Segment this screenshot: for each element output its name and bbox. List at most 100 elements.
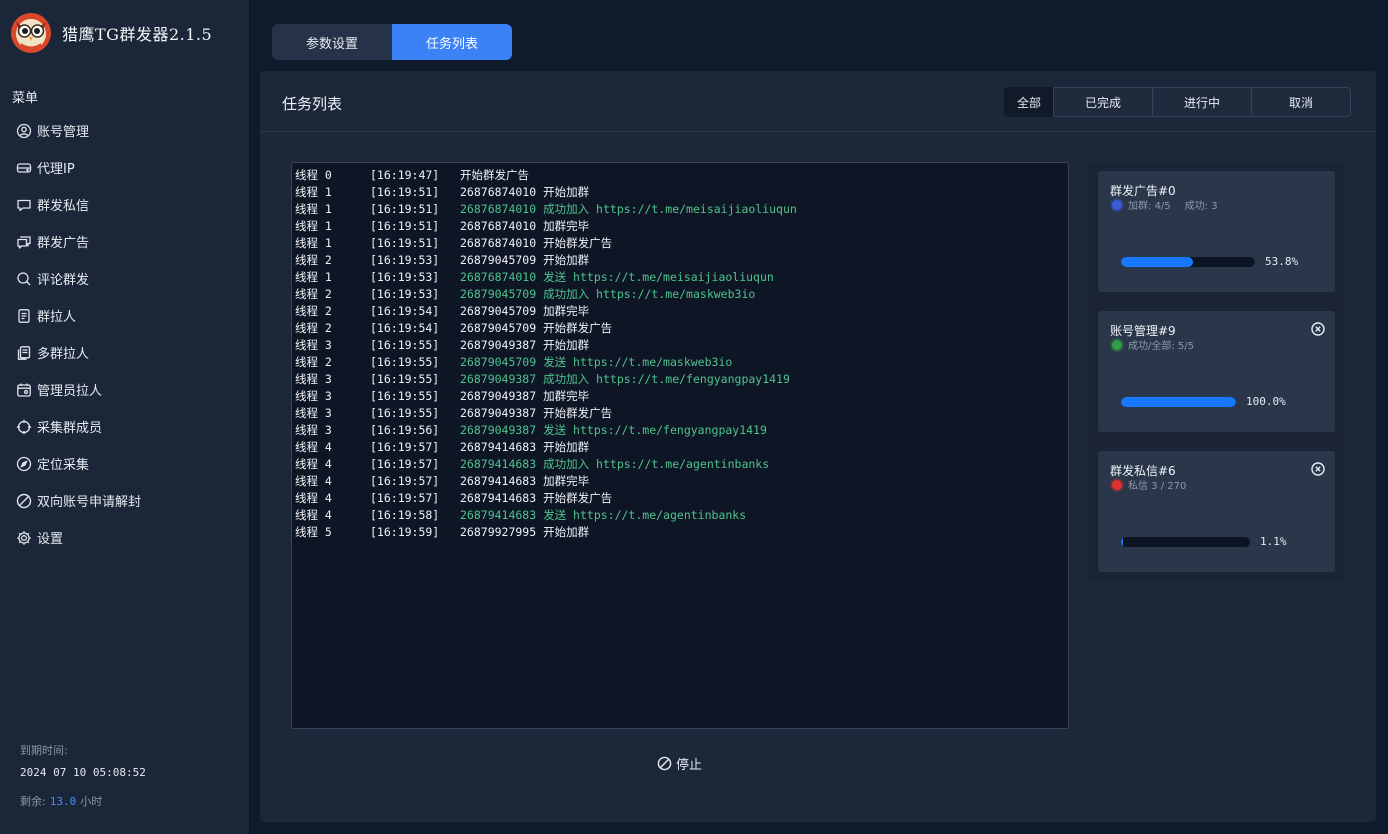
log-message: 26879049387 开始加群 [460,337,589,354]
progress-fill [1121,397,1236,407]
filter-cancelled-button[interactable]: 取消 [1251,87,1351,117]
sidebar-item-account-management[interactable]: 账号管理 [16,112,246,149]
sidebar-item-label: 采集群成员 [37,421,103,436]
log-line: 线程 2 [16:19:54] 26879045709 开始群发广告 [295,320,1065,337]
log-time: [16:19:55] [370,389,440,403]
expiry-label: 到期时间: [20,744,68,757]
log-thread: 线程 4 [295,474,332,488]
sidebar-item-label: 账号管理 [37,125,90,140]
log-action: 发送 [543,355,567,369]
sidebar-item-ad-broadcast[interactable]: 群发广告 [16,223,246,260]
log-message: 26876874010 开始加群 [460,184,589,201]
sidebar-item-label: 群拉人 [37,310,77,325]
log-account: 26879045709 [460,321,537,335]
sidebar-item-admin-invite[interactable]: 管理员拉人 [16,371,246,408]
stop-button[interactable]: 停止 [657,754,702,773]
remaining-info: 剩余: 13.0 小时 [20,793,102,809]
sidebar-item-label: 群发广告 [37,236,90,251]
log-action: 成功加入 [543,457,590,471]
close-icon[interactable] [1311,322,1325,336]
log-account: 26879414683 [460,440,537,454]
close-icon[interactable] [1311,462,1325,476]
sidebar-item-settings[interactable]: 设置 [16,519,246,556]
log-account: 26879049387 [460,406,537,420]
log-action: 发送 [543,270,567,284]
log-time: [16:19:55] [370,372,440,386]
filter-in-progress-button[interactable]: 进行中 [1152,87,1252,117]
log-account: 26876874010 [460,185,537,199]
log-url: https://t.me/maskweb3io [596,287,756,301]
log-action: 成功加入 [543,372,590,386]
chat-bubbles-icon [17,235,31,249]
gear-icon [17,530,31,545]
log-action: 开始群发广告 [460,168,529,182]
sidebar-item-multi-group-invite[interactable]: 多群拉人 [16,334,246,371]
log-time: [16:19:53] [370,270,440,284]
sidebar-item-label: 群发私信 [37,199,90,214]
log-message: 26879049387 发送 https://t.me/fengyangpay1… [460,422,767,439]
log-line: 线程 4 [16:19:57] 26879414683 开始群发广告 [295,490,1065,507]
task-log[interactable]: 线程 0 [16:19:47] 开始群发广告 线程 1 [16:19:51] 268768… [291,162,1069,729]
log-thread: 线程 1 [295,219,332,233]
status-dot [1112,339,1122,350]
log-account: 26879049387 [460,372,537,386]
user-circle-icon [16,123,32,138]
sidebar-item-comment-broadcast[interactable]: 评论群发 [16,260,246,297]
sidebar-item-collect-members[interactable]: 采集群成员 [16,408,246,445]
panel-header: 任务列表 全部 已完成 进行中 取消 [260,71,1376,132]
log-account: 26879927995 [460,525,537,539]
log-action: 加群完毕 [543,304,590,318]
log-action: 开始加群 [543,440,590,454]
log-message: 开始群发广告 [460,167,529,184]
log-action: 开始群发广告 [543,321,613,335]
log-line: 线程 1 [16:19:51] 26876874010 成功加入 https://t… [295,201,1065,218]
log-message: 26879927995 开始加群 [460,524,589,541]
tab-task-list[interactable]: 任务列表 [392,24,512,60]
progress-fill [1121,257,1194,267]
sidebar-item-location-collect[interactable]: 定位采集 [16,445,246,482]
log-thread: 线程 3 [295,406,332,420]
sidebar-item-private-message[interactable]: 群发私信 [16,186,246,223]
log-thread: 线程 3 [295,423,332,437]
sidebar-item-group-invite[interactable]: 群拉人 [16,297,246,334]
log-action: 开始加群 [543,253,590,267]
progress-fill [1121,537,1123,547]
log-time: [16:19:59] [370,525,440,539]
filter-all-button[interactable]: 全部 [1004,87,1054,117]
log-url: https://t.me/fengyangpay1419 [573,423,767,437]
tab-parameter-settings[interactable]: 参数设置 [272,24,392,60]
filter-completed-button[interactable]: 已完成 [1053,87,1153,117]
sidebar-item-label: 代理IP [37,162,75,177]
log-message: 26876874010 发送 https://t.me/meisaijiaoli… [460,269,774,286]
server-icon [16,162,32,173]
log-line: 线程 2 [16:19:55] 26879045709 发送 https://t.m… [295,354,1065,371]
log-message: 26876874010 加群完毕 [460,218,589,235]
compass-icon [16,456,32,471]
log-url: https://t.me/maskweb3io [573,355,733,369]
log-action: 成功加入 [543,202,590,216]
sidebar-item-label: 双向账号申请解封 [37,495,142,510]
log-line: 线程 3 [16:19:55] 26879049387 成功加入 https://t… [295,371,1065,388]
stop-label: 停止 [676,758,703,773]
log-line: 线程 2 [16:19:53] 26879045709 开始加群 [295,252,1065,269]
status-dot [1112,199,1122,210]
log-line: 线程 2 [16:19:53] 26879045709 成功加入 https://t… [295,286,1065,303]
log-time: [16:19:47] [370,168,440,182]
panel-title: 任务列表 [282,95,343,113]
log-line: 线程 3 [16:19:55] 26879049387 开始加群 [295,337,1065,354]
log-account: 26876874010 [460,219,537,233]
log-line: 线程 0 [16:19:47] 开始群发广告 [295,167,1065,184]
log-line: 线程 3 [16:19:55] 26879049387 加群完毕 [295,388,1065,405]
sidebar-item-account-unban[interactable]: 双向账号申请解封 [16,482,246,519]
progress-bar [1121,397,1236,407]
sidebar-item-proxy-ip[interactable]: 代理IP [16,149,246,186]
log-time: [16:19:51] [370,236,440,250]
log-message: 26879045709 发送 https://t.me/maskweb3io [460,354,732,371]
log-thread: 线程 1 [295,236,332,250]
ban-icon [16,493,32,508]
log-time: [16:19:53] [370,287,440,301]
log-time: [16:19:51] [370,219,440,233]
log-thread: 线程 2 [295,355,332,369]
task-card-account-management: 账号管理#9 成功/全部: 5/5 100.0% [1098,311,1335,432]
task-card-ad-broadcast: 群发广告#0 加群: 4/5 成功: 3 53.8% [1098,171,1335,292]
